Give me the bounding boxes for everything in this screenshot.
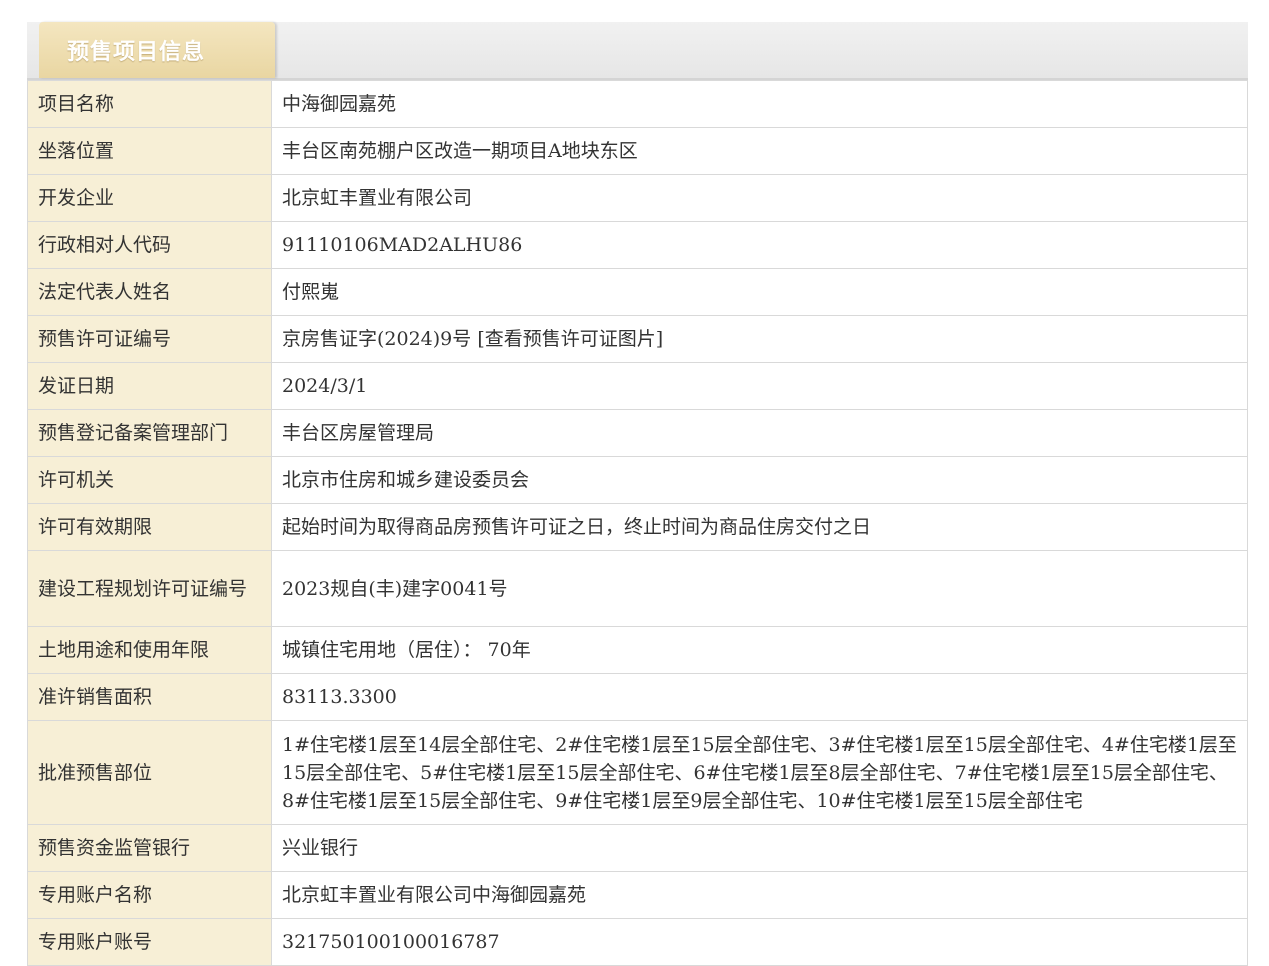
row-label-developer: 开发企业 (27, 174, 272, 222)
row-value-project-name: 中海御园嘉苑 (271, 80, 1248, 128)
row-value-issue-date: 2024/3/1 (271, 362, 1248, 410)
row-value-planning-permit: 2023规自(丰)建字0041号 (271, 550, 1248, 627)
row-label-approved-parts: 批准预售部位 (27, 720, 272, 825)
table-row: 专用账户账号 321750100100016787 (27, 918, 1248, 966)
row-value-authority: 北京市住房和城乡建设委员会 (271, 456, 1248, 504)
row-value-legal-rep: 付熙嵬 (271, 268, 1248, 316)
row-label-issue-date: 发证日期 (27, 362, 272, 410)
row-label-validity: 许可有效期限 (27, 503, 272, 551)
table-row: 土地用途和使用年限 城镇住宅用地（居住）： 70年 (27, 626, 1248, 674)
section-tab-bar: 预售项目信息 (27, 22, 1248, 80)
row-value-account-number: 321750100100016787 (271, 918, 1248, 966)
row-value-developer: 北京虹丰置业有限公司 (271, 174, 1248, 222)
table-row: 开发企业 北京虹丰置业有限公司 (27, 174, 1248, 222)
table-row: 行政相对人代码 91110106MAD2ALHU86 (27, 221, 1248, 269)
table-row: 专用账户名称 北京虹丰置业有限公司中海御园嘉苑 (27, 871, 1248, 919)
table-row: 法定代表人姓名 付熙嵬 (27, 268, 1248, 316)
table-row: 预售许可证编号 京房售证字(2024)9号 [查看预售许可证图片] (27, 315, 1248, 363)
table-row: 建设工程规划许可证编号 2023规自(丰)建字0041号 (27, 550, 1248, 627)
table-row: 发证日期 2024/3/1 (27, 362, 1248, 410)
table-row: 许可有效期限 起始时间为取得商品房预售许可证之日，终止时间为商品住房交付之日 (27, 503, 1248, 551)
row-label-project-name: 项目名称 (27, 80, 272, 128)
row-value-sale-area: 83113.3300 (271, 673, 1248, 721)
table-row: 许可机关 北京市住房和城乡建设委员会 (27, 456, 1248, 504)
table-row: 预售资金监管银行 兴业银行 (27, 824, 1248, 872)
row-label-supervising-bank: 预售资金监管银行 (27, 824, 272, 872)
table-row: 批准预售部位 1#住宅楼1层至14层全部住宅、2#住宅楼1层至15层全部住宅、3… (27, 720, 1248, 825)
row-value-admin-code: 91110106MAD2ALHU86 (271, 221, 1248, 269)
row-label-sale-area: 准许销售面积 (27, 673, 272, 721)
row-value-land-use: 城镇住宅用地（居住）： 70年 (271, 626, 1248, 674)
view-permit-image-link[interactable]: [查看预售许可证图片] (477, 328, 663, 350)
presale-info-panel: 预售项目信息 项目名称 中海御园嘉苑 坐落位置 丰台区南苑棚户区改造一期项目A地… (27, 22, 1248, 966)
row-label-planning-permit: 建设工程规划许可证编号 (27, 550, 272, 627)
row-label-authority: 许可机关 (27, 456, 272, 504)
table-row: 预售登记备案管理部门 丰台区房屋管理局 (27, 409, 1248, 457)
row-label-land-use: 土地用途和使用年限 (27, 626, 272, 674)
table-row: 准许销售面积 83113.3300 (27, 673, 1248, 721)
row-label-account-name: 专用账户名称 (27, 871, 272, 919)
section-tab[interactable]: 预售项目信息 (39, 22, 275, 78)
row-value-registry-dept: 丰台区房屋管理局 (271, 409, 1248, 457)
row-label-registry-dept: 预售登记备案管理部门 (27, 409, 272, 457)
row-value-supervising-bank: 兴业银行 (271, 824, 1248, 872)
row-value-account-name: 北京虹丰置业有限公司中海御园嘉苑 (271, 871, 1248, 919)
row-label-account-number: 专用账户账号 (27, 918, 272, 966)
row-label-permit-number: 预售许可证编号 (27, 315, 272, 363)
presale-info-table: 项目名称 中海御园嘉苑 坐落位置 丰台区南苑棚户区改造一期项目A地块东区 开发企… (27, 80, 1248, 966)
row-label-legal-rep: 法定代表人姓名 (27, 268, 272, 316)
table-row: 项目名称 中海御园嘉苑 (27, 80, 1248, 128)
section-title: 预售项目信息 (67, 40, 206, 65)
table-row: 坐落位置 丰台区南苑棚户区改造一期项目A地块东区 (27, 127, 1248, 175)
row-value-location: 丰台区南苑棚户区改造一期项目A地块东区 (271, 127, 1248, 175)
row-value-validity: 起始时间为取得商品房预售许可证之日，终止时间为商品住房交付之日 (271, 503, 1248, 551)
row-label-location: 坐落位置 (27, 127, 272, 175)
permit-number-text: 京房售证字(2024)9号 (282, 328, 472, 350)
row-label-admin-code: 行政相对人代码 (27, 221, 272, 269)
row-value-permit-number: 京房售证字(2024)9号 [查看预售许可证图片] (271, 315, 1248, 363)
row-value-approved-parts: 1#住宅楼1层至14层全部住宅、2#住宅楼1层至15层全部住宅、3#住宅楼1层至… (271, 720, 1248, 825)
